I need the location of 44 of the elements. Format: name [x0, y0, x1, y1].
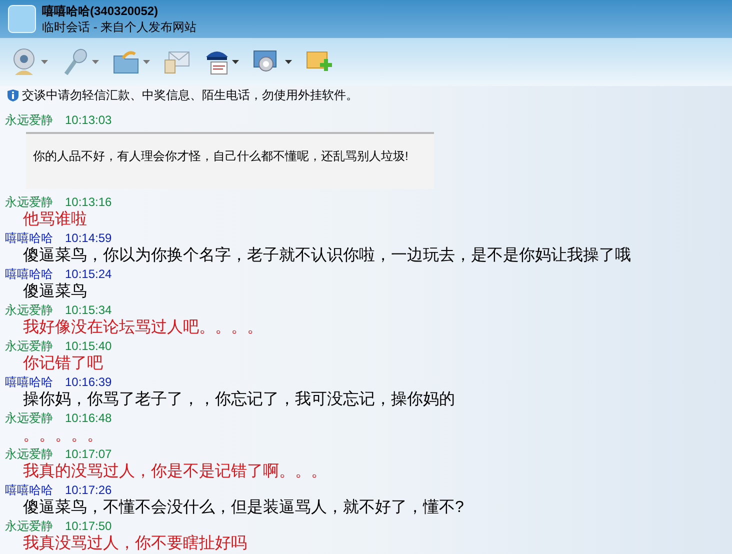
message-text: 傻逼菜鸟	[23, 283, 87, 300]
webcam-icon[interactable]	[11, 48, 37, 76]
message-time: 10:15:24	[65, 266, 112, 282]
sender-name: 永远爱静	[5, 338, 53, 355]
message-text: 我好像没在论坛骂过人吧。。。。	[23, 319, 263, 336]
message-time: 10:17:26	[65, 482, 112, 498]
caret-icon[interactable]	[285, 60, 292, 64]
message-time: 10:17:07	[65, 446, 112, 462]
message-time: 10:16:48	[65, 410, 112, 427]
message-text: 傻逼菜鸟，不懂不会没什么，但是装逼骂人，就不好了，懂不?	[23, 499, 464, 516]
mail-icon[interactable]	[164, 50, 190, 74]
caret-icon[interactable]	[232, 60, 239, 64]
sender-name: 嘻嘻哈哈	[5, 230, 53, 247]
sender-name: 永远爱静	[5, 446, 53, 462]
info-shield-icon	[7, 88, 19, 102]
message-text: 我真没骂过人，你不要瞎扯好吗	[23, 535, 247, 552]
message-text: 傻逼菜鸟，你以为你换个名字，老子就不认识你啦，一边玩去，是不是你妈让我操了哦	[23, 247, 631, 264]
quoted-message: 你的人品不好，有人理会你才怪，自己什么都不懂呢，还乱骂别人垃圾!	[26, 132, 434, 189]
message-text: 你记错了吧	[23, 355, 103, 372]
notice-text: 交谈中请勿轻信汇款、中奖信息、陌生电话，勿使用外挂软件。	[22, 87, 358, 104]
sender-name: 永远爱静	[5, 302, 53, 318]
folder-icon[interactable]	[113, 50, 139, 74]
sender-name: 嘻嘻哈哈	[5, 266, 53, 283]
sender-name: 永远爱静	[5, 518, 53, 534]
sender-name: 嘻嘻哈哈	[5, 374, 53, 391]
sender-name: 永远爱静	[5, 112, 53, 129]
message-text: 操你妈，你骂了老子了，，你忘记了，我可没忘记，操你妈的	[23, 391, 455, 408]
avatar-icon	[8, 5, 36, 33]
window-subtitle: 临时会话 - 来自个人发布网站	[42, 19, 197, 35]
message-time: 10:13:03	[65, 112, 112, 129]
message-time: 10:13:16	[65, 194, 112, 210]
message-time: 10:15:34	[65, 302, 112, 319]
message-text: 他骂谁啦	[23, 211, 87, 228]
message-time: 10:17:50	[65, 518, 112, 534]
message-time: 10:15:40	[65, 338, 112, 355]
message-text: 我真的没骂过人，你是不是记错了啊。。。	[23, 463, 327, 480]
window-title: 嘻嘻哈哈(340320052)	[42, 3, 160, 19]
sender-name: 嘻嘻哈哈	[5, 482, 53, 499]
sender-name: 永远爱静	[5, 410, 53, 427]
message-text: 。。。。。	[23, 427, 103, 444]
message-time: 10:16:39	[65, 374, 112, 391]
sender-name: 永远爱静	[5, 194, 53, 211]
message-time: 10:14:59	[65, 230, 112, 246]
microphone-icon[interactable]	[62, 48, 88, 76]
